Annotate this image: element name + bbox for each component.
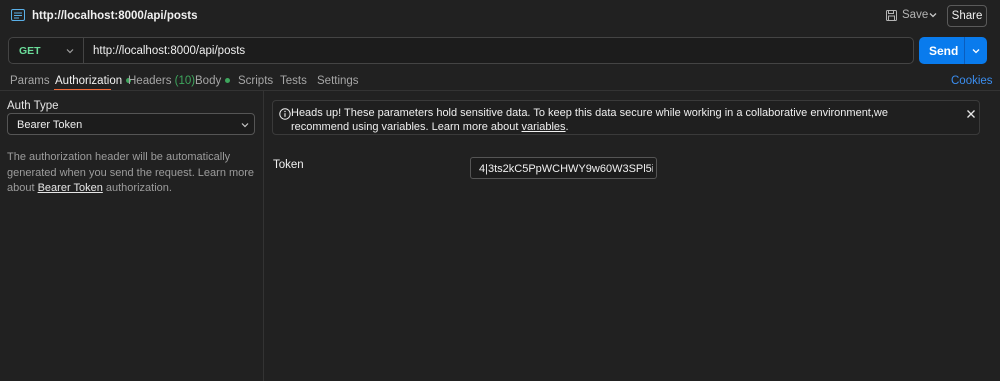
- tab-headers-label: Headers: [128, 75, 172, 87]
- notice-message: Heads up! These parameters hold sensitiv…: [291, 107, 888, 133]
- tab-authorization-label: Authorization: [55, 75, 123, 87]
- status-dot: [225, 78, 231, 83]
- chevron-down-icon: [66, 49, 74, 54]
- send-divider: [964, 37, 965, 64]
- token-value: 4|3ts2kC5PpWCHWY9w60W3SPl5i8T7EK2 ...: [479, 163, 653, 175]
- save-icon: [886, 9, 897, 21]
- tab-params[interactable]: Params: [10, 75, 50, 87]
- bearer-token-link[interactable]: Bearer Token: [38, 182, 103, 194]
- sensitive-data-notice: Heads up! These parameters hold sensitiv…: [272, 100, 980, 135]
- request-tabs: Params Authorization Headers (10) Body S…: [0, 72, 1000, 90]
- request-bar: GET http://localhost:8000/api/posts: [8, 37, 914, 64]
- headers-count: (10): [174, 75, 196, 87]
- url-input[interactable]: http://localhost:8000/api/posts: [93, 45, 245, 57]
- variables-link[interactable]: variables: [522, 121, 566, 133]
- chevron-down-icon: [241, 123, 249, 128]
- tab-tests[interactable]: Tests: [280, 75, 307, 87]
- token-label: Token: [273, 159, 304, 171]
- auth-type-value: Bearer Token: [17, 119, 83, 131]
- method-select[interactable]: GET: [9, 38, 84, 63]
- tab-headers[interactable]: Headers (10): [128, 75, 195, 87]
- notice-text: Heads up! These parameters hold sensitiv…: [291, 107, 941, 134]
- chevron-down-icon[interactable]: [971, 46, 981, 56]
- tab-scripts[interactable]: Scripts: [238, 75, 273, 87]
- http-request-icon: [11, 9, 25, 21]
- save-label: Save: [902, 9, 929, 21]
- tab-body-label: Body: [195, 75, 222, 87]
- save-button[interactable]: Save: [886, 9, 928, 21]
- close-icon[interactable]: [966, 109, 976, 119]
- send-label: Send: [929, 44, 959, 58]
- auth-description-end: authorization.: [105, 182, 172, 194]
- tab-body[interactable]: Body: [195, 75, 231, 87]
- token-input[interactable]: 4|3ts2kC5PpWCHWY9w60W3SPl5i8T7EK2 ...: [470, 157, 657, 179]
- method-label: GET: [19, 45, 41, 57]
- auth-description: The authorization header will be automat…: [7, 150, 259, 197]
- top-bar: http://localhost:8000/api/posts Save Sha…: [0, 0, 1000, 32]
- share-button[interactable]: Share: [947, 5, 987, 27]
- auth-sidebar: Auth Type Bearer Token The authorization…: [0, 91, 264, 381]
- tab-settings[interactable]: Settings: [317, 75, 359, 87]
- auth-type-select[interactable]: Bearer Token: [7, 113, 255, 135]
- tab-authorization[interactable]: Authorization: [55, 75, 132, 87]
- chevron-down-icon[interactable]: [928, 10, 938, 20]
- send-button[interactable]: Send: [919, 37, 987, 64]
- notice-period: .: [565, 120, 569, 133]
- cookies-link[interactable]: Cookies: [951, 75, 993, 87]
- auth-type-label: Auth Type: [7, 100, 59, 112]
- request-title[interactable]: http://localhost:8000/api/posts: [32, 10, 198, 22]
- info-icon: [279, 108, 291, 120]
